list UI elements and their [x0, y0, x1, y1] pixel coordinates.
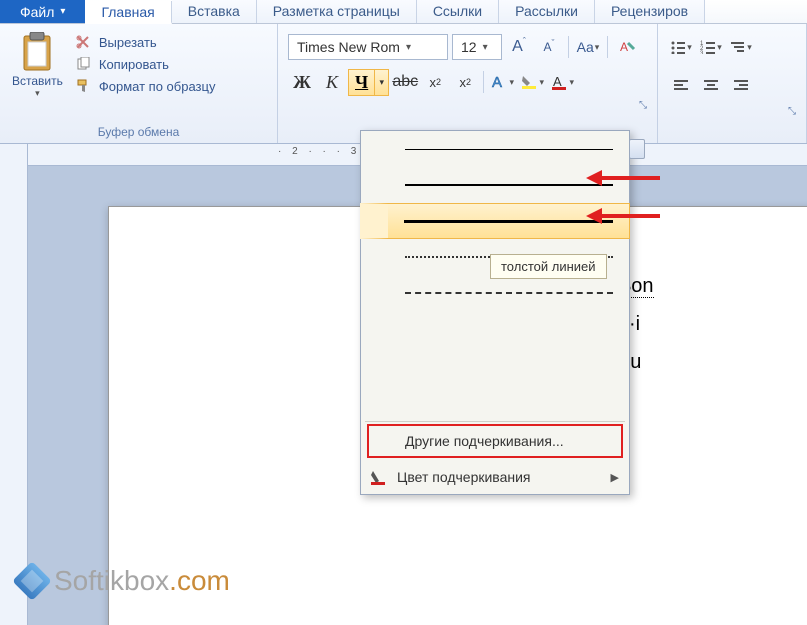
strikethrough-button[interactable]: abc [391, 68, 419, 96]
underline-wavy[interactable] [361, 383, 629, 419]
more-underlines-label: Другие подчеркивания... [405, 433, 564, 449]
watermark-logo-icon [12, 561, 52, 601]
underline-color-label: Цвет подчеркивания [397, 469, 531, 485]
format-painter-button[interactable]: Формат по образцу [71, 76, 220, 96]
file-menu-button[interactable]: Файл ▾ [0, 0, 85, 23]
underline-single[interactable] [361, 131, 629, 167]
tooltip: толстой линией [490, 254, 607, 279]
svg-text:A: A [620, 40, 628, 54]
italic-button[interactable]: К [318, 68, 346, 96]
font-size-value: 12 [461, 39, 477, 55]
cut-label: Вырезать [99, 35, 157, 50]
vertical-ruler[interactable] [0, 144, 28, 625]
highlight-button[interactable]: ▾ [518, 68, 546, 96]
format-painter-label: Формат по образцу [99, 79, 216, 94]
align-right-button[interactable] [728, 72, 754, 98]
underline-dashdotdot[interactable] [361, 347, 629, 383]
copy-icon [75, 56, 93, 72]
underline-dashdot[interactable] [361, 311, 629, 347]
font-group: Times New Rom ▾ 12 ▾ Aˆ Aˇ Aa▾ A Ж К Ч ▾… [278, 24, 658, 143]
underline-color-icon [367, 469, 389, 485]
annotation-arrow-2 [600, 214, 660, 218]
highlight-icon [520, 73, 538, 91]
text-effects-button[interactable]: A▾ [488, 68, 516, 96]
clear-formatting-button[interactable]: A [614, 34, 640, 60]
svg-text:A: A [553, 74, 562, 89]
scissors-icon [75, 34, 93, 50]
case-icon: Aa [577, 39, 594, 55]
align-left-button[interactable] [668, 72, 694, 98]
watermark: Softikbox.com [18, 565, 230, 597]
numbering-button[interactable]: 123▾ [698, 34, 724, 60]
separator [483, 71, 484, 93]
chevron-down-icon: ▾ [60, 6, 65, 17]
underline-button[interactable]: Ч [349, 70, 374, 95]
paragraph-group: ▾ 123▾ ▾ ⤡ [658, 24, 807, 143]
clipboard-group-title: Буфер обмена [8, 123, 269, 141]
separator [365, 421, 625, 422]
numbering-icon: 123 [700, 40, 716, 54]
bullets-button[interactable]: ▾ [668, 34, 694, 60]
align-center-icon [703, 78, 719, 92]
underline-dropdown-arrow[interactable]: ▾ [374, 70, 388, 95]
shrink-font-icon: A [543, 40, 551, 54]
tab-page-layout[interactable]: Разметка страницы [257, 0, 417, 23]
copy-button[interactable]: Копировать [71, 54, 220, 74]
clipboard-paste-icon [20, 32, 54, 72]
chevron-right-icon: ▶ [611, 471, 619, 484]
underline-split-button[interactable]: Ч ▾ [348, 69, 389, 96]
change-case-button[interactable]: Aa▾ [575, 34, 601, 60]
tab-insert[interactable]: Вставка [172, 0, 257, 23]
underline-color-item[interactable]: Цвет подчеркивания ▶ [361, 460, 629, 494]
font-name-combo[interactable]: Times New Rom ▾ [288, 34, 448, 60]
font-size-combo[interactable]: 12 ▾ [452, 34, 502, 60]
font-dialog-launcher[interactable]: ⤡ [637, 98, 649, 113]
clipboard-group: Вставить ▾ Вырезать Копировать [0, 24, 278, 143]
paste-label: Вставить [12, 74, 63, 88]
subscript-button[interactable]: x2 [421, 68, 449, 96]
tab-review[interactable]: Рецензиров [595, 0, 705, 23]
eraser-icon: A [618, 39, 636, 55]
underline-dashed[interactable] [361, 275, 629, 311]
bullets-icon [670, 40, 686, 54]
tab-mailings[interactable]: Рассылки [499, 0, 595, 23]
multilevel-icon [730, 40, 746, 54]
cut-button[interactable]: Вырезать [71, 32, 220, 52]
align-center-button[interactable] [698, 72, 724, 98]
tab-home[interactable]: Главная [85, 1, 171, 24]
align-left-icon [673, 78, 689, 92]
svg-text:3: 3 [700, 51, 704, 54]
bold-button[interactable]: Ж [288, 68, 316, 96]
text-effects-icon: A [490, 73, 508, 91]
font-name-value: Times New Rom [297, 39, 400, 55]
multilevel-button[interactable]: ▾ [728, 34, 754, 60]
ribbon: Вставить ▾ Вырезать Копировать [0, 24, 807, 144]
grow-font-icon: A [512, 38, 523, 56]
chevron-down-icon: ▾ [483, 42, 488, 53]
chevron-down-icon: ▾ [406, 42, 411, 53]
superscript-button[interactable]: x2 [451, 68, 479, 96]
shrink-font-button[interactable]: Aˇ [536, 34, 562, 60]
font-color-icon: A [550, 73, 568, 91]
font-color-button[interactable]: A▾ [548, 68, 576, 96]
brush-icon [75, 78, 93, 94]
grow-font-button[interactable]: Aˆ [506, 34, 532, 60]
file-label: Файл [20, 4, 54, 20]
tab-references[interactable]: Ссылки [417, 0, 499, 23]
scrollbar-thumb[interactable] [629, 139, 645, 159]
svg-text:A: A [492, 74, 502, 91]
title-bar: Файл ▾ Главная Вставка Разметка страницы… [0, 0, 807, 24]
copy-label: Копировать [99, 57, 169, 72]
paragraph-dialog-launcher[interactable]: ⤡ [786, 104, 798, 119]
separator [607, 36, 608, 58]
align-right-icon [733, 78, 749, 92]
separator [568, 36, 569, 58]
annotation-arrow-1 [600, 176, 660, 180]
chevron-down-icon: ▾ [35, 88, 40, 99]
paste-button[interactable]: Вставить ▾ [8, 28, 67, 103]
more-underlines-item[interactable]: Другие подчеркивания... [367, 424, 623, 458]
